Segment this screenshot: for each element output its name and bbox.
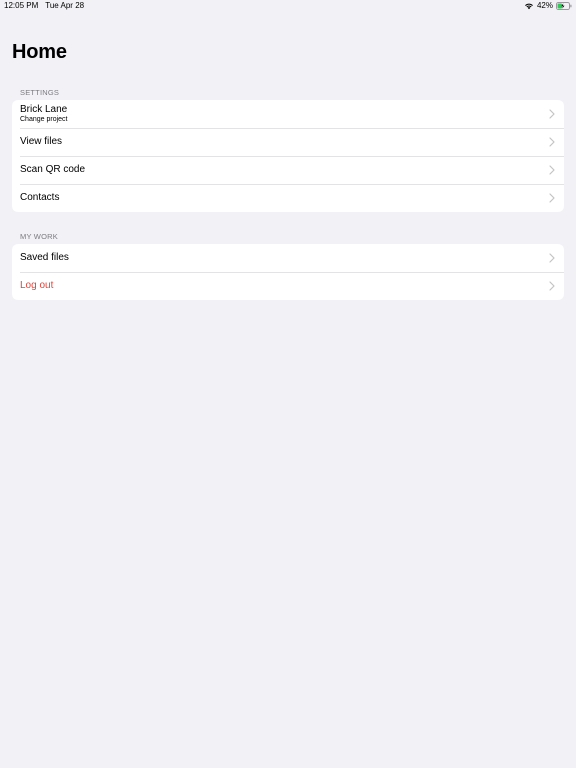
section-header-my-work: MY WORK xyxy=(20,232,58,241)
chevron-right-icon xyxy=(549,165,555,175)
row-view-files[interactable]: View files xyxy=(12,128,564,156)
battery-icon xyxy=(556,1,572,10)
status-time: 12:05 PM xyxy=(4,1,39,10)
row-contacts[interactable]: Contacts xyxy=(12,184,564,212)
battery-percent: 42% xyxy=(536,1,553,10)
section-header-settings: SETTINGS xyxy=(20,88,60,97)
change-project-label: Change project xyxy=(20,116,68,123)
chevron-right-icon xyxy=(549,137,555,147)
status-date: Tue Apr 28 xyxy=(45,1,85,10)
chevron-right-icon xyxy=(549,109,555,119)
row-log-out[interactable]: Log out xyxy=(12,272,564,300)
status-left: 12:05 PM Tue Apr 28 xyxy=(4,1,84,10)
view-files-label: View files xyxy=(20,136,63,147)
chevron-right-icon xyxy=(549,281,555,291)
log-out-label: Log out xyxy=(20,280,54,291)
contacts-label: Contacts xyxy=(20,192,60,203)
row-saved-files[interactable]: Saved files xyxy=(12,244,564,272)
settings-group: Brick Lane Change project View files Sca… xyxy=(12,100,564,212)
row-scan-qr-code[interactable]: Scan QR code xyxy=(12,156,564,184)
saved-files-label: Saved files xyxy=(20,252,69,263)
status-bar: 12:05 PM Tue Apr 28 42% xyxy=(0,0,576,12)
page-title: Home xyxy=(12,41,67,63)
row-project[interactable]: Brick Lane Change project xyxy=(12,100,564,128)
chevron-right-icon xyxy=(549,253,555,263)
my-work-group: Saved files Log out xyxy=(12,244,564,300)
chevron-right-icon xyxy=(549,193,555,203)
scan-qr-code-label: Scan QR code xyxy=(20,164,86,175)
status-right: 42% xyxy=(524,1,572,10)
project-name: Brick Lane xyxy=(20,104,68,115)
wifi-icon xyxy=(524,2,534,10)
